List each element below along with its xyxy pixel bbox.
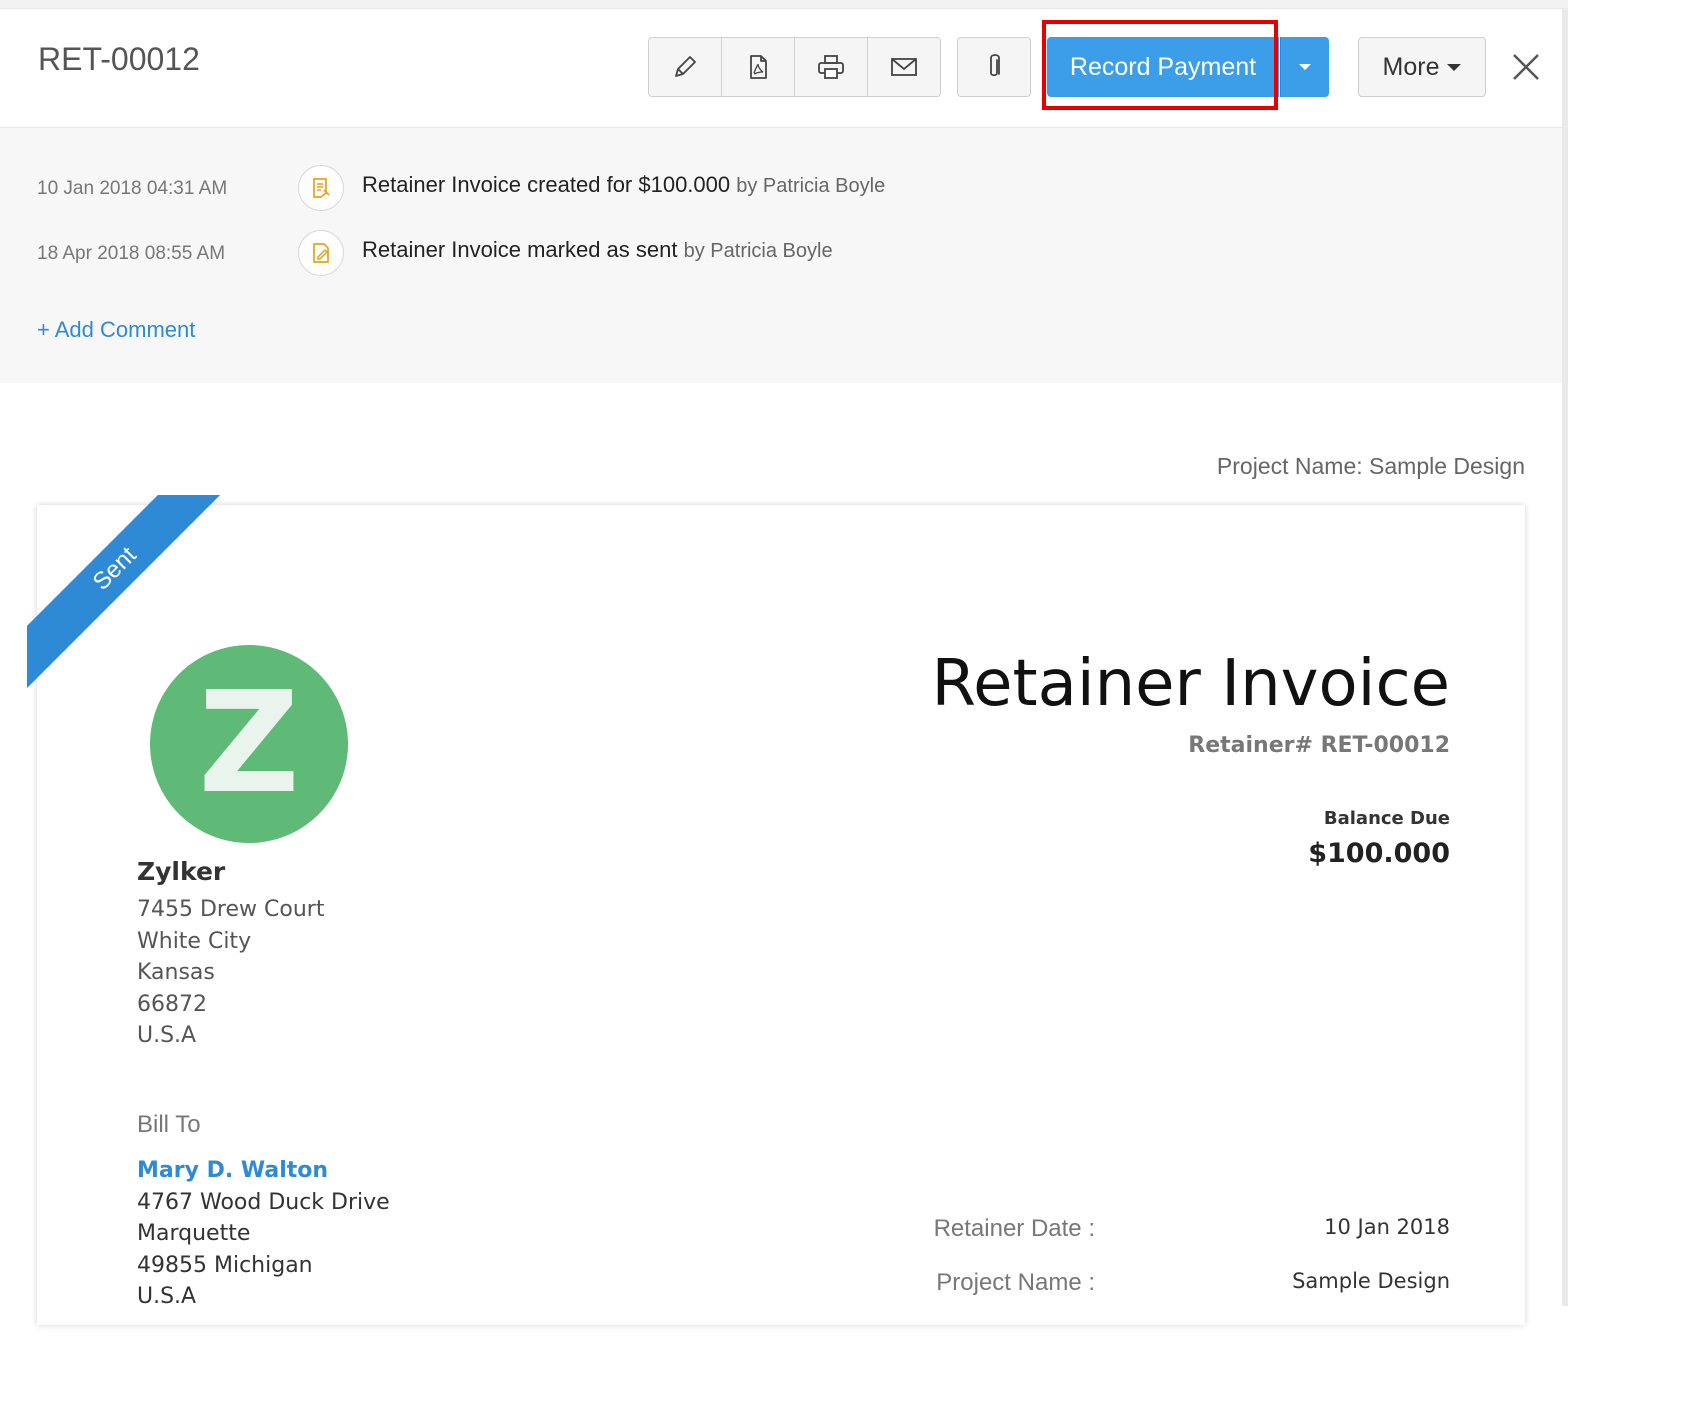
customer-address-line: Marquette bbox=[137, 1221, 251, 1246]
right-scroll-track[interactable] bbox=[1562, 8, 1568, 1306]
action-button-group bbox=[648, 37, 941, 97]
detail-label: Project Name : bbox=[936, 1269, 1095, 1296]
detail-value: 10 Jan 2018 bbox=[1324, 1215, 1450, 1239]
logo-letter: Z bbox=[198, 662, 300, 825]
detail-label: Retainer Date : bbox=[933, 1215, 1095, 1242]
project-name-line: Project Name: Sample Design bbox=[1216, 453, 1525, 479]
activity-date: 18 Apr 2018 08:55 AM bbox=[37, 243, 226, 264]
company-address-block: Zylker 7455 Drew Court White City Kansas… bbox=[137, 857, 324, 1052]
activity-message: Retainer Invoice created for $100.000 bbox=[362, 172, 731, 197]
add-comment-link[interactable]: + Add Comment bbox=[37, 317, 195, 343]
pencil-icon bbox=[675, 56, 696, 77]
invoice-document: Sent Z Zylker 7455 Drew Court White City… bbox=[27, 495, 1525, 1325]
email-button[interactable] bbox=[868, 38, 940, 96]
pdf-icon bbox=[750, 55, 767, 79]
activity-log: 10 Jan 2018 04:31 AM Retainer Invoice cr… bbox=[0, 128, 1562, 383]
balance-due-amount: $100.000 bbox=[1308, 838, 1450, 869]
activity-text: Retainer Invoice marked as sent by Patri… bbox=[362, 237, 833, 263]
document-created-icon bbox=[313, 178, 330, 198]
activity-date: 10 Jan 2018 04:31 AM bbox=[37, 178, 228, 199]
detail-row-project-name: Project Name : Sample Design bbox=[930, 1269, 1450, 1301]
detail-value: Sample Design bbox=[1292, 1269, 1450, 1293]
pdf-button[interactable] bbox=[722, 38, 795, 96]
activity-item: 18 Apr 2018 08:55 AM Retainer Invoice ma… bbox=[0, 229, 1562, 279]
record-payment-dropdown[interactable] bbox=[1280, 37, 1329, 97]
activity-author: by Patricia Boyle bbox=[683, 240, 833, 262]
invoice-number: Retainer# RET-00012 bbox=[1188, 733, 1450, 758]
company-address-line: White City bbox=[137, 928, 252, 954]
bill-to-label: Bill To bbox=[137, 1111, 201, 1138]
caret-down-icon bbox=[1447, 63, 1462, 71]
record-payment-button[interactable]: Record Payment bbox=[1047, 37, 1279, 97]
print-button[interactable] bbox=[795, 38, 868, 96]
printer-icon bbox=[818, 55, 844, 79]
chevron-down-icon bbox=[1299, 64, 1311, 70]
activity-item: 10 Jan 2018 04:31 AM Retainer Invoice cr… bbox=[0, 164, 1562, 214]
top-border bbox=[0, 0, 1568, 9]
company-address-line: 66872 bbox=[137, 991, 207, 1017]
attach-button[interactable] bbox=[957, 37, 1031, 97]
document-id: RET-00012 bbox=[38, 41, 200, 77]
close-button[interactable] bbox=[1506, 47, 1546, 87]
activity-icon bbox=[298, 230, 344, 276]
more-button[interactable]: More bbox=[1358, 37, 1486, 97]
customer-address-line: 49855 Michigan bbox=[137, 1252, 313, 1278]
more-label: More bbox=[1382, 52, 1440, 81]
header-toolbar: RET-00012 Record Payment More bbox=[0, 9, 1562, 128]
company-name: Zylker bbox=[137, 857, 226, 886]
bill-to-block: Mary D. Walton 4767 Wood Duck Drive Marq… bbox=[137, 1155, 390, 1313]
company-address-line: 7455 Drew Court bbox=[137, 897, 325, 922]
document-sent-icon bbox=[313, 243, 329, 263]
paperclip-icon bbox=[990, 54, 1000, 77]
customer-address-line: 4767 Wood Duck Drive bbox=[137, 1189, 390, 1215]
activity-message: Retainer Invoice marked as sent bbox=[362, 237, 678, 262]
company-address-line: U.S.A bbox=[137, 1023, 197, 1048]
customer-name-link[interactable]: Mary D. Walton bbox=[137, 1155, 390, 1187]
invoice-title: Retainer Invoice bbox=[931, 647, 1450, 721]
activity-author: by Patricia Boyle bbox=[736, 175, 886, 197]
mail-icon bbox=[891, 58, 917, 76]
activity-icon bbox=[298, 165, 344, 211]
company-address-line: Kansas bbox=[137, 960, 215, 985]
balance-due-label: Balance Due bbox=[1323, 808, 1450, 829]
customer-address-line: U.S.A bbox=[137, 1284, 197, 1309]
activity-text: Retainer Invoice created for $100.000 by… bbox=[362, 172, 885, 198]
close-icon bbox=[1513, 54, 1539, 80]
detail-row-retainer-date: Retainer Date : 10 Jan 2018 bbox=[930, 1215, 1450, 1247]
company-logo: Z bbox=[150, 645, 348, 843]
edit-button[interactable] bbox=[649, 38, 722, 96]
